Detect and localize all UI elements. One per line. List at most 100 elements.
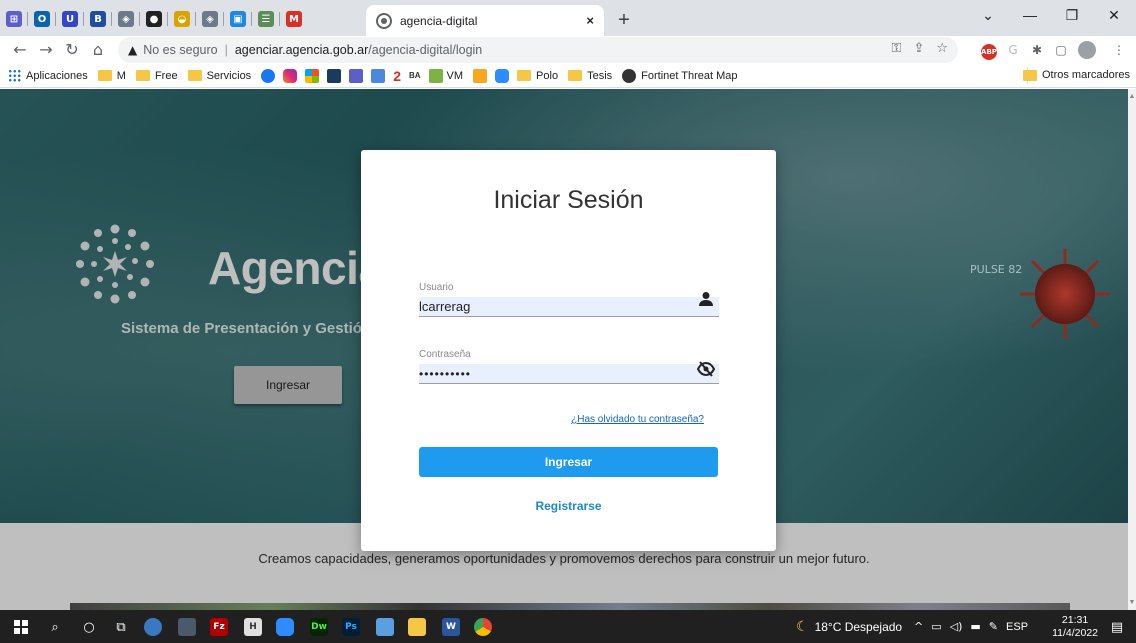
scroll-up-icon[interactable]: ▲ [1128,93,1136,100]
back-icon[interactable]: ← [10,40,30,60]
home-icon[interactable]: ⌂ [88,40,108,60]
dark-tab[interactable]: ● [139,5,168,33]
meet-icon[interactable]: ▭ [931,620,941,633]
close-window-button[interactable]: ✕ [1093,0,1135,30]
bookmark-instagram[interactable] [283,68,298,83]
bank-tab[interactable]: B [83,5,112,33]
adblock-extension-icon[interactable]: ABP [980,41,998,60]
folder-icon [517,70,532,81]
calculator-icon[interactable] [174,614,200,640]
u-tab-icon: U [62,11,78,27]
bookmark-microsoft[interactable] [305,68,320,83]
tab-search-icon[interactable]: ⌄ [967,0,1009,30]
bookmark-label: Free [154,69,178,82]
bookmark-servicios[interactable]: Servicios [187,69,252,82]
usuario-input[interactable] [419,297,719,317]
search-icon[interactable]: ⌕ [42,614,68,640]
register-link[interactable]: Registrarse [361,499,776,513]
gmail-tab[interactable]: M [279,5,308,33]
zoom-icon[interactable] [272,614,298,640]
bookmark-orange[interactable] [473,68,488,83]
bookmark-ba[interactable]: BA [409,71,421,80]
close-tab-icon[interactable]: × [586,13,594,28]
filezilla-icon[interactable]: Fz [206,614,232,640]
bookmark-star-icon[interactable]: ☆ [936,41,948,56]
shield-tab-2-icon: ◈ [202,11,218,27]
bookmark-apps[interactable]: Aplicaciones [8,69,88,82]
yellow-tab[interactable]: ◒ [167,5,196,33]
minimize-button[interactable]: — [1009,0,1051,30]
bookmark-zoom[interactable] [495,68,510,83]
bookmark-vm[interactable]: VM [428,68,463,83]
bookmark-label: Servicios [206,69,252,82]
bookmark-two[interactable]: 2 [393,68,401,84]
cortana-icon[interactable]: ○ [76,614,102,640]
share-icon[interactable]: ⇪ [913,41,924,56]
u-tab[interactable]: U [55,5,84,33]
bank-tab-icon: B [90,11,106,27]
windows-start-icon[interactable] [8,614,34,640]
chrome-icon[interactable] [470,614,496,640]
login-dialog: Iniciar Sesión Usuario Contraseña ¿Has o… [361,150,776,551]
form-tab[interactable]: ☰ [251,5,280,33]
bookmark-doc[interactable] [371,68,386,83]
shield-tab-2[interactable]: ◈ [195,5,224,33]
bookmark-fortinet[interactable]: Fortinet Threat Map [622,68,738,83]
bookmark-dark-blue[interactable] [327,68,342,83]
eye-off-icon[interactable] [697,360,715,378]
scroll-down-icon[interactable]: ▼ [1128,599,1136,606]
bookmark-teams[interactable] [349,68,364,83]
side-panel-icon[interactable]: ▢ [1052,41,1070,59]
app-blue-icon[interactable] [372,614,398,640]
dark-tab-icon: ● [146,11,162,27]
bookmark-facebook[interactable] [261,68,276,83]
reload-icon[interactable]: ↻ [62,40,82,60]
outlook-tab[interactable]: O [27,5,56,33]
translate-extension-icon[interactable]: G [1004,41,1022,59]
dreamweaver-icon[interactable]: Dw [306,614,332,640]
restore-button[interactable]: ❐ [1051,0,1093,30]
form-tab-icon: ☰ [258,11,274,27]
volume-icon[interactable]: ◁) [950,620,963,633]
address-bar[interactable]: ▲ No es seguro | agenciar.agencia.gob.ar… [118,37,958,63]
document-icon [371,68,386,83]
pen-icon[interactable]: ✎ [989,620,998,633]
new-tab-button[interactable]: + [612,9,636,33]
bookmark-otros-marcadores[interactable]: Otros marcadores [1022,69,1130,81]
photoshop-icon[interactable]: Ps [338,614,364,640]
browser-menu-icon[interactable]: ⋮ [1110,41,1128,59]
tab-agencia-digital[interactable]: agencia-digital × [366,5,604,36]
bookmark-m[interactable]: M [97,69,126,82]
forgot-password-link[interactable]: ¿Has olvidado tu contraseña? [361,414,704,425]
usuario-label: Usuario [419,282,454,293]
word-icon[interactable]: W [438,614,464,640]
teams-tab[interactable]: ⊞ [0,5,28,33]
extensions-puzzle-icon[interactable]: ✱ [1028,41,1046,59]
tray-overflow-icon[interactable]: ^ [914,620,923,633]
contrasena-label: Contraseña [419,349,471,360]
contrasena-input[interactable] [419,364,719,384]
login-submit-button[interactable]: Ingresar [419,447,718,477]
shield-tab-1[interactable]: ◈ [111,5,140,33]
profile-avatar-icon[interactable] [1078,41,1096,59]
bookmark-free[interactable]: Free [135,69,178,82]
language-indicator[interactable]: ESP [1006,621,1028,633]
not-secure-warning-icon[interactable]: ▲ [128,43,137,57]
page-scrollbar[interactable]: ▲ ▼ [1128,89,1136,610]
bookmark-polo[interactable]: Polo [517,70,558,82]
clock[interactable]: 21:31 11/4/2022 [1052,614,1098,640]
blue-tab[interactable]: ▣ [223,5,252,33]
file-explorer-icon[interactable] [404,614,430,640]
password-key-icon[interactable]: ⚿ [892,41,902,56]
notifications-icon[interactable]: ▤ [1104,614,1130,640]
forward-icon[interactable]: → [36,40,56,60]
battery-icon[interactable]: ▬ [970,620,980,633]
folder-icon [1022,69,1037,81]
not-secure-label: No es seguro [143,43,218,57]
app-circle-icon[interactable] [140,614,166,640]
weather-widget[interactable]: ☾ 18°C Despejado [796,610,902,643]
bookmark-label: M [116,69,126,82]
bookmark-tesis[interactable]: Tesis [568,70,612,82]
task-view-icon[interactable]: ⧉ [108,614,134,640]
heidisql-icon[interactable]: H [240,614,266,640]
